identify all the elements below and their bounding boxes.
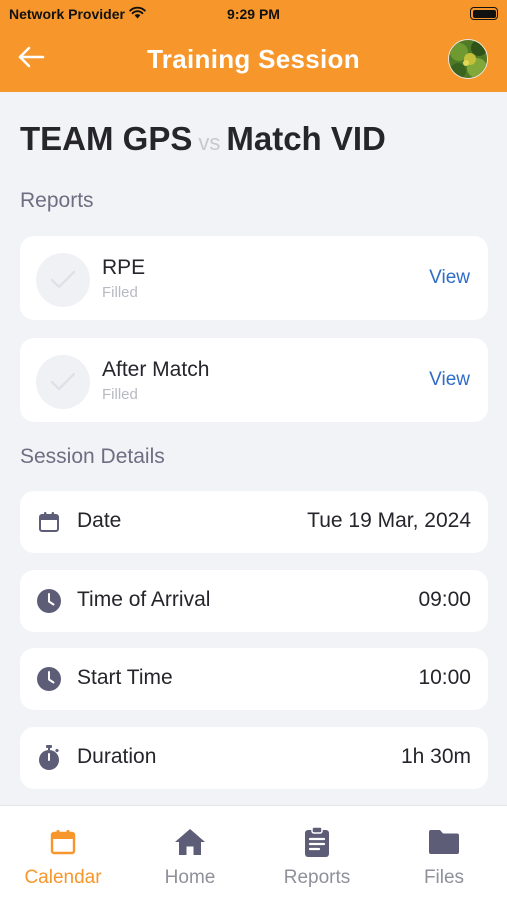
clipboard-icon <box>254 826 380 858</box>
check-icon <box>36 355 90 409</box>
detail-label: Duration <box>77 745 157 768</box>
clock-icon <box>36 666 62 692</box>
detail-label: Start Time <box>77 666 173 689</box>
view-link[interactable]: View <box>429 267 470 289</box>
tab-label: Home <box>164 867 216 888</box>
detail-value: 1h 30m <box>400 745 471 768</box>
tab-calendar[interactable]: Calendar <box>0 806 126 900</box>
battery-icon <box>470 7 498 20</box>
view-link[interactable]: View <box>429 369 470 391</box>
tab-reports[interactable]: Reports <box>254 806 380 900</box>
detail-row-date: Date Tue 19 Mar, 2024 <box>20 491 488 553</box>
report-card-rpe[interactable]: RPE Filled View <box>20 236 488 320</box>
folder-icon <box>381 826 507 858</box>
status-time: 9:29 PM <box>227 6 280 22</box>
home-icon <box>127 826 253 858</box>
stopwatch-icon <box>36 745 62 771</box>
clock-icon <box>36 588 62 614</box>
check-icon <box>36 253 90 307</box>
detail-label: Time of Arrival <box>77 588 211 611</box>
report-name: After Match <box>102 358 210 381</box>
header-bar: Training Session <box>0 28 507 92</box>
calendar-icon <box>36 509 62 535</box>
report-name: RPE <box>102 256 146 279</box>
team-home: TEAM GPS <box>20 120 193 157</box>
tab-bar: Calendar Home Reports Files <box>0 805 507 900</box>
detail-value: 10:00 <box>418 666 471 689</box>
tab-label: Reports <box>283 867 351 888</box>
tab-label: Calendar <box>24 867 102 888</box>
team-away: Match VID <box>226 120 386 157</box>
detail-label: Date <box>77 509 122 532</box>
detail-value: 09:00 <box>418 588 471 611</box>
match-title: TEAM GPS vs Match VID <box>20 120 386 158</box>
detail-row-start-time: Start Time 10:00 <box>20 648 488 710</box>
report-status: Filled <box>102 386 138 403</box>
calendar-icon <box>0 826 126 858</box>
page-title: Training Session <box>147 44 360 74</box>
status-bar: Network Provider 9:29 PM <box>0 0 507 28</box>
detail-row-duration: Duration 1h 30m <box>20 727 488 789</box>
session-details-label: Session Details <box>20 445 165 468</box>
report-status: Filled <box>102 284 138 301</box>
tab-home[interactable]: Home <box>127 806 253 900</box>
detail-row-time-of-arrival: Time of Arrival 09:00 <box>20 570 488 632</box>
avatar[interactable] <box>448 39 488 79</box>
report-card-after-match[interactable]: After Match Filled View <box>20 338 488 422</box>
vs-label: vs <box>198 130 221 155</box>
detail-value: Tue 19 Mar, 2024 <box>307 509 471 532</box>
tab-label: Files <box>423 867 465 888</box>
tab-files[interactable]: Files <box>381 806 507 900</box>
reports-section-label: Reports <box>20 189 94 212</box>
main-content: TEAM GPS vs Match VID Reports RPE Filled V… <box>0 92 507 805</box>
